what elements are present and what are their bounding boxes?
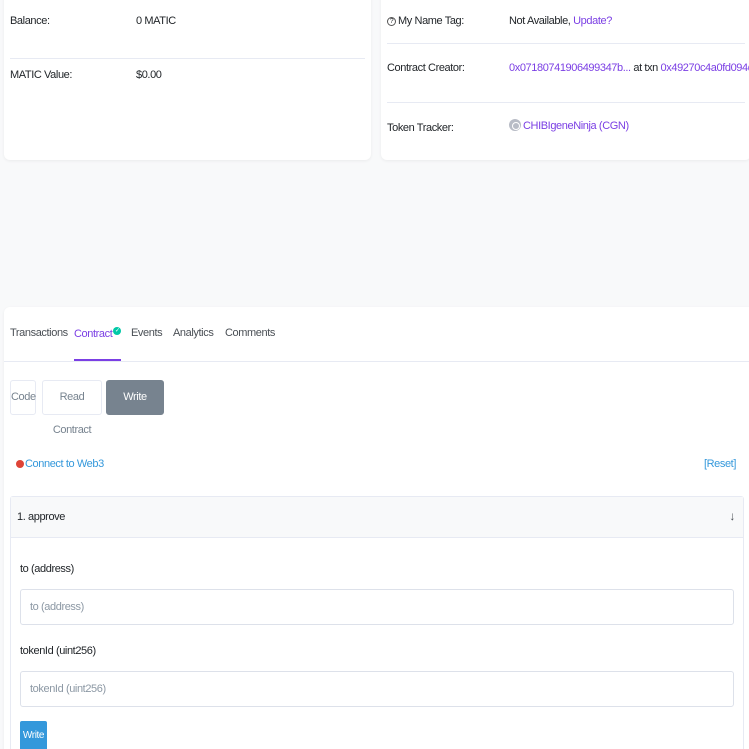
reset-link[interactable]: [Reset] — [704, 458, 736, 470]
name-tag-label-wrap: ? My Name Tag: — [387, 15, 464, 27]
creator-label: Contract Creator: — [387, 62, 465, 74]
name-tag-value: Not Available, — [509, 15, 571, 27]
connect-web3-label: Connect to Web3 — [25, 458, 104, 470]
balance-label: Balance: — [10, 15, 50, 27]
to-address-label: to (address) — [20, 563, 74, 575]
matic-value-row: MATIC Value: $0.00 — [10, 54, 365, 113]
token-id-input[interactable] — [20, 671, 734, 707]
name-tag-label: My Name Tag: — [398, 15, 464, 27]
method-title: 1. approve — [17, 511, 65, 523]
to-address-input[interactable] — [20, 589, 734, 625]
code-button[interactable]: Code — [10, 380, 36, 415]
contract-details-card: Transactions Contract ✓ Events Analytics … — [4, 307, 749, 749]
more-info-card: ? My Name Tag: Not Available, Update? Con… — [381, 0, 749, 160]
token-tracker-label: Token Tracker: — [387, 122, 454, 134]
name-tag-update-link[interactable]: Update? — [573, 15, 612, 27]
creator-txn-link[interactable]: 0x49270c4a0fd094dc16... — [661, 62, 749, 74]
tab-bar: Transactions Contract ✓ Events Analytics … — [4, 307, 749, 362]
token-tracker-value-wrap: CHIBIgeneNinja (CGN) — [509, 119, 629, 132]
write-contract-button[interactable]: Write Contract — [106, 380, 164, 436]
check-circle-icon: ✓ — [113, 327, 122, 335]
creator-address-link[interactable]: 0x07180741906499347b... — [509, 62, 631, 74]
active-tab-indicator — [74, 359, 121, 361]
write-button[interactable]: Write — [20, 721, 47, 749]
method-approve-panel: 1. approve ↓ to (address) tokenId (uint2… — [10, 496, 744, 749]
creator-at-txn: at txn — [633, 62, 658, 74]
arrow-down-icon: ↓ — [729, 509, 735, 523]
name-tag-value-wrap: Not Available, Update? — [509, 15, 612, 27]
creator-value-wrap: 0x07180741906499347b... at txn 0x49270c4… — [509, 62, 749, 74]
token-logo-icon — [509, 119, 521, 131]
tab-transactions[interactable]: Transactions — [10, 327, 68, 339]
connect-web3-button[interactable]: Connect to Web3 — [16, 458, 104, 470]
tab-contract-label: Contract — [74, 328, 113, 340]
token-tracker-row: Token Tracker: CHIBIgeneNinja (CGN) — [387, 103, 745, 162]
question-icon[interactable]: ? — [387, 17, 396, 26]
token-id-label: tokenId (uint256) — [20, 645, 96, 657]
read-contract-button[interactable]: Read Contract — [42, 380, 102, 436]
name-tag-row: ? My Name Tag: Not Available, Update? — [387, 0, 745, 44]
matic-value: $0.00 — [136, 69, 162, 81]
balance-value: 0 MATIC — [136, 15, 176, 27]
creator-row: Contract Creator: 0x07180741906499347b..… — [387, 44, 749, 103]
tab-contract[interactable]: Contract ✓ — [74, 327, 122, 340]
tab-comments[interactable]: Comments — [225, 327, 275, 339]
matic-value-label: MATIC Value: — [10, 69, 73, 81]
tab-analytics[interactable]: Analytics — [173, 327, 214, 339]
token-tracker-link[interactable]: CHIBIgeneNinja (CGN) — [523, 120, 629, 132]
tab-events[interactable]: Events — [131, 327, 163, 339]
disconnected-status-icon — [16, 460, 24, 468]
method-approve-header[interactable]: 1. approve ↓ — [11, 497, 743, 538]
overview-card: Balance: 0 MATIC MATIC Value: $0.00 — [4, 0, 371, 160]
balance-row: Balance: 0 MATIC — [10, 0, 365, 59]
